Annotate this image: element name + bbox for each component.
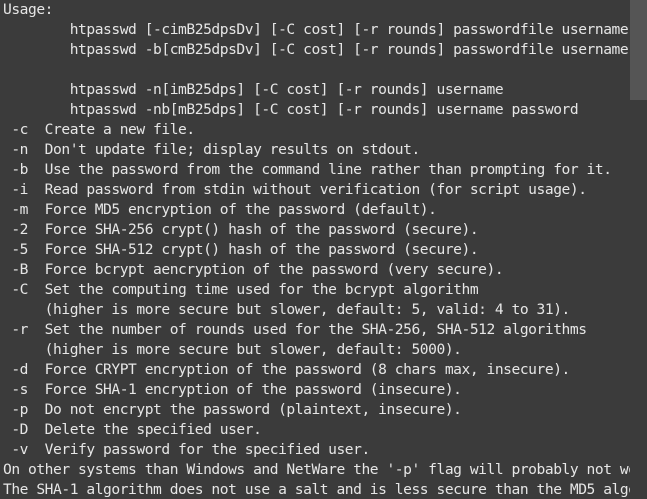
usage-line-batch: htpasswd -b[cmB25dpsDv] [-C cost] [-r ro… xyxy=(3,41,647,58)
option-r: -r Set the number of rounds used for the… xyxy=(3,321,587,338)
option-c: -c Create a new file. xyxy=(3,121,195,138)
option-i: -i Read password from stdin without veri… xyxy=(3,181,587,198)
option-s: -s Force SHA-1 encryption of the passwor… xyxy=(3,381,462,398)
option-bcrypt: -B Force bcrypt aencryption of the passw… xyxy=(3,261,504,278)
option-r-detail: (higher is more secure but slower, defau… xyxy=(3,341,462,358)
scrollbar-thumb[interactable] xyxy=(630,0,647,100)
option-v: -v Verify password for the specified use… xyxy=(3,441,370,458)
option-2: -2 Force SHA-256 crypt() hash of the pas… xyxy=(3,221,479,238)
usage-line-stdout: htpasswd -n[imB25dps] [-C cost] [-r roun… xyxy=(3,81,504,98)
note-platform: On other systems than Windows and NetWar… xyxy=(3,461,647,478)
option-cost: -C Set the computing time used for the b… xyxy=(3,281,479,298)
option-delete: -D Delete the specified user. xyxy=(3,421,262,438)
option-n: -n Don't update file; display results on… xyxy=(3,141,420,158)
option-b: -b Use the password from the command lin… xyxy=(3,161,612,178)
usage-line-stdout-batch: htpasswd -nb[mB25dps] [-C cost] [-r roun… xyxy=(3,101,579,118)
option-p: -p Do not encrypt the password (plaintex… xyxy=(3,401,462,418)
usage-line-create: htpasswd [-cimB25dpsDv] [-C cost] [-r ro… xyxy=(3,21,629,38)
option-d: -d Force CRYPT encryption of the passwor… xyxy=(3,361,570,378)
option-5: -5 Force SHA-512 crypt() hash of the pas… xyxy=(3,241,479,258)
note-sha1: The SHA-1 algorithm does not use a salt … xyxy=(3,481,647,498)
option-cost-detail: (higher is more secure but slower, defau… xyxy=(3,301,571,318)
option-m: -m Force MD5 encryption of the password … xyxy=(3,201,437,218)
terminal-window[interactable]: Usage: htpasswd [-cimB25dpsDv] [-C cost]… xyxy=(0,0,647,499)
vertical-scrollbar[interactable] xyxy=(630,0,647,499)
usage-heading: Usage: xyxy=(3,1,54,18)
